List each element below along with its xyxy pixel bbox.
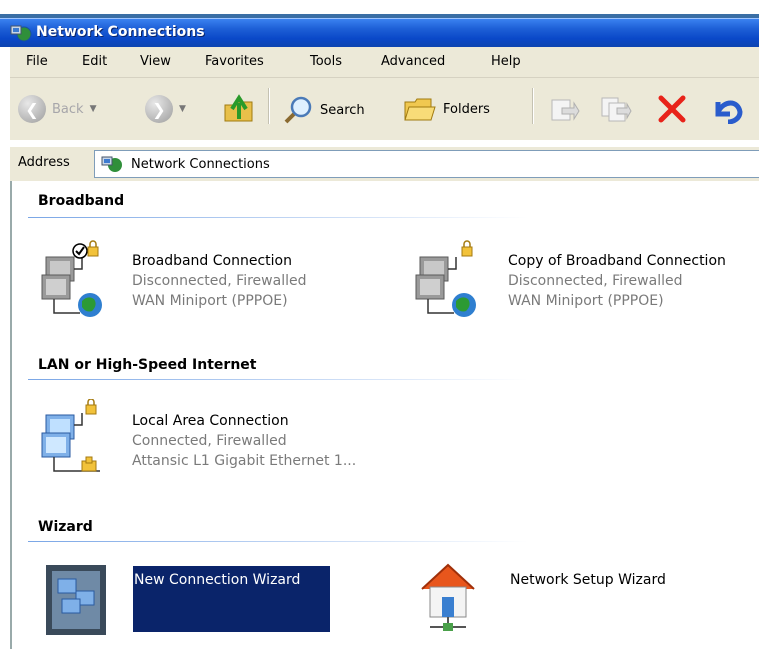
folders-label: Folders bbox=[443, 101, 490, 117]
network-connections-icon bbox=[101, 156, 122, 172]
up-folder-icon[interactable] bbox=[222, 93, 256, 125]
top-strip bbox=[0, 0, 759, 18]
group-divider bbox=[28, 217, 528, 218]
menu-advanced[interactable]: Advanced bbox=[381, 54, 445, 69]
content-pane: Broadband Broadband Connection Disconnec… bbox=[10, 181, 759, 649]
menu-bar: File Edit View Favorites Tools Advanced … bbox=[10, 47, 759, 78]
forward-dropdown-icon[interactable]: ▼ bbox=[179, 104, 186, 114]
folders-icon bbox=[404, 98, 436, 121]
connection-name: Broadband Connection bbox=[132, 253, 292, 269]
folders-button[interactable]: Folders bbox=[403, 94, 490, 124]
address-bar: Address Network Connections bbox=[10, 146, 759, 182]
menu-file[interactable]: File bbox=[26, 54, 48, 69]
connection-device: Attansic L1 Gigabit Ethernet 1... bbox=[132, 453, 357, 469]
connection-name: Copy of Broadband Connection bbox=[508, 253, 726, 269]
undo-icon[interactable] bbox=[710, 94, 744, 124]
dialup-connection-icon bbox=[415, 240, 476, 317]
window-title: Network Connections bbox=[36, 24, 205, 40]
back-button[interactable]: ❮ Back ▼ bbox=[18, 95, 96, 123]
group-header-broadband: Broadband bbox=[38, 193, 125, 209]
back-arrow-icon: ❮ bbox=[18, 95, 46, 123]
address-label: Address bbox=[18, 155, 70, 170]
search-button[interactable]: Search bbox=[282, 94, 365, 126]
search-icon bbox=[284, 96, 312, 124]
connection-status: Disconnected, Firewalled bbox=[132, 273, 307, 289]
lan-connection-icon bbox=[41, 399, 100, 472]
connection-device: WAN Miniport (PPPOE) bbox=[508, 293, 664, 309]
back-dropdown-icon[interactable]: ▼ bbox=[90, 104, 97, 114]
connection-status: Connected, Firewalled bbox=[132, 433, 287, 449]
network-setup-wizard-icon bbox=[421, 563, 475, 631]
connection-name: Local Area Connection bbox=[132, 413, 289, 429]
group-divider bbox=[28, 379, 528, 380]
back-label: Back bbox=[52, 101, 84, 117]
copy-to-icon[interactable] bbox=[600, 94, 632, 124]
group-header-wizard: Wizard bbox=[38, 519, 93, 535]
move-to-icon[interactable] bbox=[548, 94, 580, 124]
forward-arrow-icon: ❯ bbox=[145, 95, 173, 123]
forward-button[interactable]: ❯ ▼ bbox=[145, 95, 186, 123]
menu-view[interactable]: View bbox=[140, 54, 171, 69]
network-connections-icon bbox=[10, 25, 32, 42]
group-divider bbox=[28, 541, 528, 542]
menu-help[interactable]: Help bbox=[491, 54, 521, 69]
menu-tools[interactable]: Tools bbox=[310, 54, 342, 69]
new-connection-wizard-icon bbox=[46, 565, 106, 635]
search-label: Search bbox=[320, 102, 365, 118]
title-bar: Network Connections bbox=[0, 18, 759, 47]
delete-icon[interactable] bbox=[656, 94, 688, 124]
address-value: Network Connections bbox=[131, 156, 270, 172]
menu-edit[interactable]: Edit bbox=[82, 54, 107, 69]
wizard-name: Network Setup Wizard bbox=[510, 572, 666, 588]
menu-favorites[interactable]: Favorites bbox=[205, 54, 264, 69]
address-field[interactable]: Network Connections bbox=[94, 150, 759, 178]
toolbar: ❮ Back ▼ ❯ ▼ Search Folders bbox=[10, 78, 759, 140]
connection-device: WAN Miniport (PPPOE) bbox=[132, 293, 288, 309]
dialup-connection-icon bbox=[41, 240, 102, 317]
toolbar-separator bbox=[268, 88, 270, 124]
connection-status: Disconnected, Firewalled bbox=[508, 273, 683, 289]
toolbar-separator-2 bbox=[532, 88, 534, 124]
wizard-name: New Connection Wizard bbox=[134, 572, 301, 588]
group-header-lan: LAN or High-Speed Internet bbox=[38, 357, 257, 373]
